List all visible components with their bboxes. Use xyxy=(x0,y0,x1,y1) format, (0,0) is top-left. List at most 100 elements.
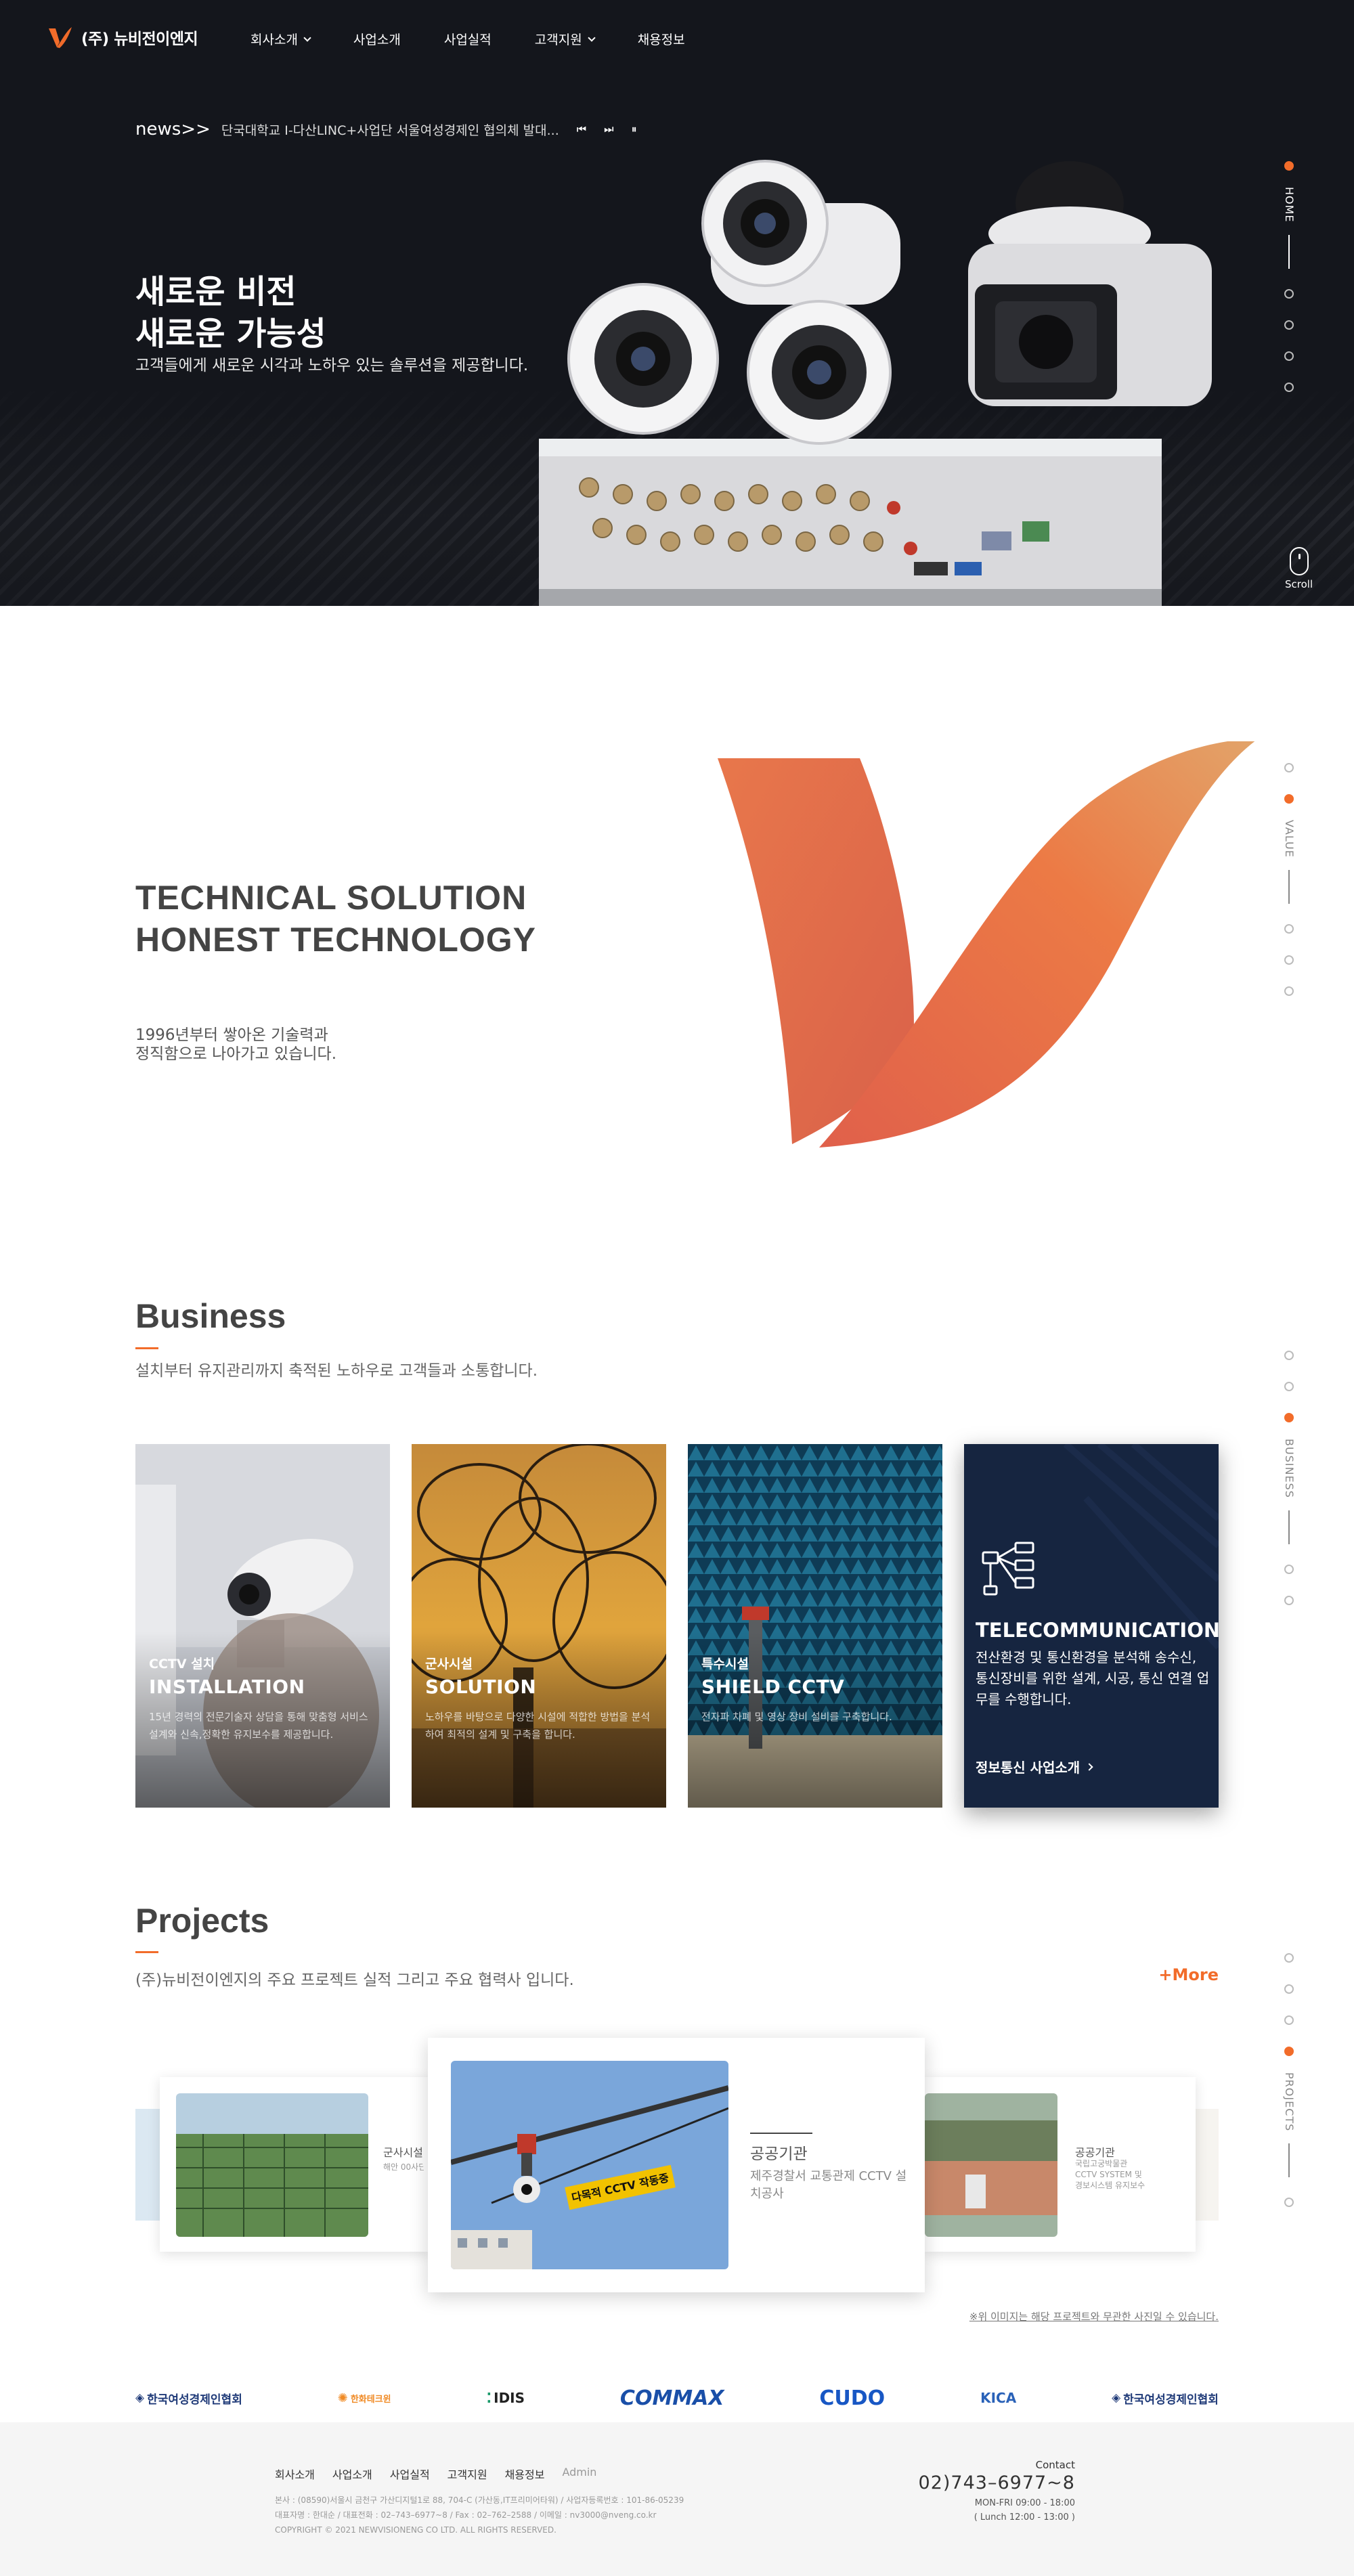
business-card-solution[interactable]: 군사시설 SOLUTION 노하우를 바탕으로 다양한 시설에 적합한 방법을 … xyxy=(412,1444,666,1808)
partner-name: KICA xyxy=(980,2390,1017,2406)
partner-logo-hanwha[interactable]: ✺ 한화테크윈 xyxy=(338,2383,391,2413)
slide-category: 군사시설 xyxy=(383,2146,423,2159)
side-nav-dot-projects[interactable] xyxy=(1284,955,1294,965)
pause-icon[interactable]: ⏸ xyxy=(632,123,637,136)
kwba-emblem-icon: ◈ xyxy=(1112,2391,1121,2405)
side-nav-dot-home[interactable] xyxy=(1284,1953,1294,1963)
side-nav-line xyxy=(1288,869,1290,904)
project-photo-fence xyxy=(176,2093,368,2237)
footer: 회사소개 사업소개 사업실적 고객지원 채용정보 Admin 본사 : (085… xyxy=(0,2422,1354,2576)
side-nav-dot-home[interactable] xyxy=(1284,763,1294,772)
menu-item-support[interactable]: 고객지원 xyxy=(535,30,596,48)
menu-item-label: 채용정보 xyxy=(637,32,685,47)
business-card-shield[interactable]: 특수시설 SHIELD CCTV 전자파 차폐 및 영상 장비 설비를 구축합니… xyxy=(688,1444,942,1808)
side-nav-dot-partners[interactable] xyxy=(1284,382,1294,392)
partner-logo-kwba[interactable]: ◈ 한국여성경제인협회 xyxy=(135,2383,242,2413)
section-side-nav: BUSINESS xyxy=(1275,1351,1303,1627)
business-cards: CCTV 설치 INSTALLATION 15년 경력의 전문기술자 상담을 통… xyxy=(135,1444,1219,1808)
footer-copyright: COPYRIGHT © 2021 NEWVISIONENG CO LTD. AL… xyxy=(275,2525,556,2535)
news-headline-link[interactable]: 단국대학교 I-다산LINC+사업단 서울여성경제인 협의체 발대... xyxy=(221,121,559,139)
partner-name: IDIS xyxy=(494,2390,525,2406)
projects-title-underline xyxy=(135,1951,158,1953)
slide-description: 해안 00사단 xyxy=(383,2162,424,2172)
business-card-installation[interactable]: CCTV 설치 INSTALLATION 15년 경력의 전문기술자 상담을 통… xyxy=(135,1444,390,1808)
card-name: SOLUTION xyxy=(425,1676,537,1698)
partner-name: COMMAX xyxy=(619,2386,724,2410)
partner-logo-kwba-2[interactable]: ◈ 한국여성경제인협회 xyxy=(1112,2383,1219,2413)
project-slide-museum[interactable]: 공공기관 국립고궁박물관 CCTV SYSTEM 및 경보시스템 유지보수 xyxy=(925,2077,1196,2252)
partner-name: CUDO xyxy=(819,2386,886,2410)
logo[interactable]: (주) 뉴비전이엔지 xyxy=(47,26,198,49)
menu-item-label: 사업실적 xyxy=(443,32,492,47)
side-nav-dot-value[interactable] xyxy=(1284,1984,1294,1994)
side-nav-dot-home[interactable] xyxy=(1284,1351,1294,1360)
business-subtitle: 설치부터 유지관리까지 축적된 노하우로 고객들과 소통합니다. xyxy=(135,1362,538,1380)
prev-icon[interactable]: ⏮ xyxy=(577,123,586,136)
hero-title: 새로운 비전 새로운 가능성 xyxy=(135,271,326,355)
side-nav-dot-business[interactable] xyxy=(1284,320,1294,330)
card-name: INSTALLATION xyxy=(149,1676,305,1698)
footer-link-admin[interactable]: Admin xyxy=(562,2466,596,2482)
side-nav-dot-partners[interactable] xyxy=(1284,986,1294,996)
side-nav-dot-partners[interactable] xyxy=(1284,1595,1294,1605)
footer-link-records[interactable]: 사업실적 xyxy=(390,2466,430,2482)
news-controls: ⏮ ⏭ ⏸ xyxy=(577,123,637,136)
projects-disclaimer: ※위 이미지는 해당 프로젝트와 무관한 사진일 수 있습니다. xyxy=(969,2311,1219,2323)
partner-name: 한화테크윈 xyxy=(350,2394,391,2405)
business-card-telecommunication[interactable]: TELECOMMUNICATION 전산환경 및 통신환경을 분석해 송수신, … xyxy=(964,1444,1219,1808)
side-nav-dot-value[interactable] xyxy=(1284,288,1294,299)
large-v-logo-graphic xyxy=(718,741,1255,1148)
menu-item-records[interactable]: 사업실적 xyxy=(444,30,492,48)
footer-link-careers[interactable]: 채용정보 xyxy=(505,2466,545,2482)
footer-address: 본사 : (08590)서울시 금천구 가산디지털1로 88, 704-C (가… xyxy=(275,2495,684,2505)
side-nav-dot-value[interactable] xyxy=(1284,1382,1294,1391)
featured-card-link[interactable]: 정보통신 사업소개 xyxy=(976,1757,1093,1776)
partner-name: 한국여성경제인협회 xyxy=(147,2393,242,2407)
partner-logo-kica[interactable]: KICA xyxy=(980,2383,1016,2413)
cctv-cameras-image xyxy=(539,160,1212,606)
section-side-nav: VALUE xyxy=(1275,763,1303,1018)
hanwha-flame-icon: ✺ xyxy=(337,2391,348,2405)
partner-logo-cudo[interactable]: CUDO xyxy=(819,2383,885,2413)
card-category: CCTV 설치 xyxy=(149,1657,215,1672)
side-nav-dot-business[interactable] xyxy=(1284,1413,1294,1422)
project-photo-cctv-pole: 다목적 CCTV 작동중 xyxy=(451,2061,728,2269)
project-slide-military[interactable]: 군사시설 해안 00사단 xyxy=(160,2077,431,2252)
menu-item-company[interactable]: 회사소개 xyxy=(250,30,311,48)
side-nav-dot-projects[interactable] xyxy=(1284,351,1294,361)
partner-logo-idis[interactable]: ⁚ IDIS xyxy=(487,2383,525,2413)
scroll-indicator[interactable]: Scroll xyxy=(1285,547,1313,590)
footer-link-company[interactable]: 회사소개 xyxy=(275,2466,315,2482)
hero-section: (주) 뉴비전이엔지 회사소개 사업소개 사업실적 고객지원 채용정보 news… xyxy=(0,0,1354,606)
menu-item-careers[interactable]: 채용정보 xyxy=(638,30,685,48)
side-nav-dot-projects[interactable] xyxy=(1284,2047,1294,2056)
project-slide-jeju[interactable]: 다목적 CCTV 작동중 공공기관 제주경찰서 교통관제 CCTV 설치공사 xyxy=(428,2038,925,2292)
side-nav-dot-business[interactable] xyxy=(1284,923,1294,934)
side-nav-dot-business[interactable] xyxy=(1284,2015,1294,2025)
projects-more-link[interactable]: +More xyxy=(1158,1965,1219,1984)
menu-item-business[interactable]: 사업소개 xyxy=(353,30,401,48)
slide-category: 공공기관 xyxy=(1075,2146,1115,2159)
hero-title-line1: 새로운 비전 xyxy=(135,273,297,311)
hero-subtitle: 고객들에게 새로운 시각과 노하우 있는 솔루션을 제공합니다. xyxy=(135,357,529,374)
slide-description: 제주경찰서 교통관제 CCTV 설치공사 xyxy=(750,2169,907,2201)
page: (주) 뉴비전이엔지 회사소개 사업소개 사업실적 고객지원 채용정보 news… xyxy=(0,0,1354,2576)
side-nav-dot-partners[interactable] xyxy=(1284,2198,1294,2208)
side-nav-line xyxy=(1288,234,1290,269)
value-sub-line2: 정직함으로 나아가고 있습니다. xyxy=(135,1045,337,1063)
value-subtitle: 1996년부터 쌓아온 기술력과 정직함으로 나아가고 있습니다. xyxy=(135,1026,336,1064)
next-icon[interactable]: ⏭ xyxy=(604,123,613,136)
contact-hours: MON-FRI 09:00 - 18:00 ( Lunch 12:00 - 13… xyxy=(919,2496,1075,2525)
scroll-label: Scroll xyxy=(1285,578,1313,590)
side-nav-label-home: HOME xyxy=(1283,187,1296,223)
side-nav-dot-home[interactable] xyxy=(1284,161,1294,171)
business-title-underline xyxy=(135,1347,158,1349)
footer-link-support[interactable]: 고객지원 xyxy=(447,2466,487,2482)
footer-link-business[interactable]: 사업소개 xyxy=(332,2466,372,2482)
value-title-line1: TECHNICAL SOLUTION xyxy=(135,879,527,917)
slide-edge-left xyxy=(135,2109,162,2221)
side-nav-dot-value[interactable] xyxy=(1284,794,1294,804)
contact-phone: 02)743–6977~8 xyxy=(918,2472,1075,2493)
partner-logo-commax[interactable]: COMMAX xyxy=(620,2383,724,2413)
side-nav-dot-projects[interactable] xyxy=(1284,1564,1294,1574)
